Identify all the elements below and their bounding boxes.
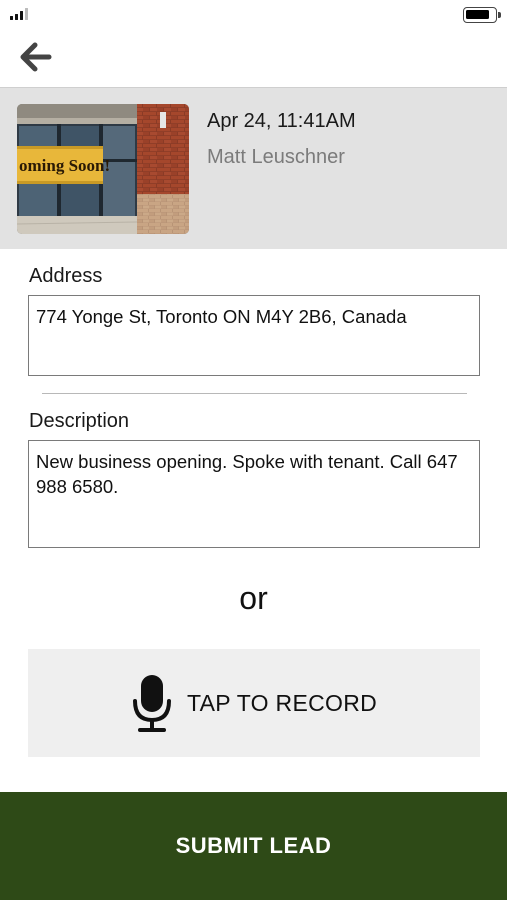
photo-sign-text: oming Soon! <box>19 156 110 175</box>
record-label: TAP TO RECORD <box>186 689 378 716</box>
nav-bar <box>0 30 507 87</box>
divider <box>42 393 467 394</box>
back-button[interactable] <box>18 40 58 76</box>
tap-to-record-button[interactable]: TAP TO RECORD <box>28 649 480 757</box>
signal-strength-icon <box>10 8 28 20</box>
lead-header: oming Soon! Apr 24, 11:41AM Matt Leuschn… <box>0 87 507 249</box>
lead-photo[interactable]: oming Soon! <box>17 104 189 234</box>
storefront-photo: oming Soon! <box>17 104 189 234</box>
status-bar <box>0 0 507 30</box>
back-arrow-icon <box>20 42 52 72</box>
or-separator: or <box>239 580 268 616</box>
microphone-icon <box>132 675 171 732</box>
description-label: Description <box>29 410 130 432</box>
battery-icon <box>463 7 501 23</box>
submit-label: SUBMIT LEAD <box>175 833 332 858</box>
lead-author: Matt Leuschner <box>207 146 345 168</box>
address-label: Address <box>29 265 103 287</box>
submit-lead-button[interactable]: SUBMIT LEAD <box>0 792 507 900</box>
description-field[interactable]: New business opening. Spoke with tenant.… <box>28 440 480 548</box>
lead-datetime: Apr 24, 11:41AM <box>207 110 356 132</box>
address-field[interactable]: 774 Yonge St, Toronto ON M4Y 2B6, Canada <box>28 295 480 376</box>
